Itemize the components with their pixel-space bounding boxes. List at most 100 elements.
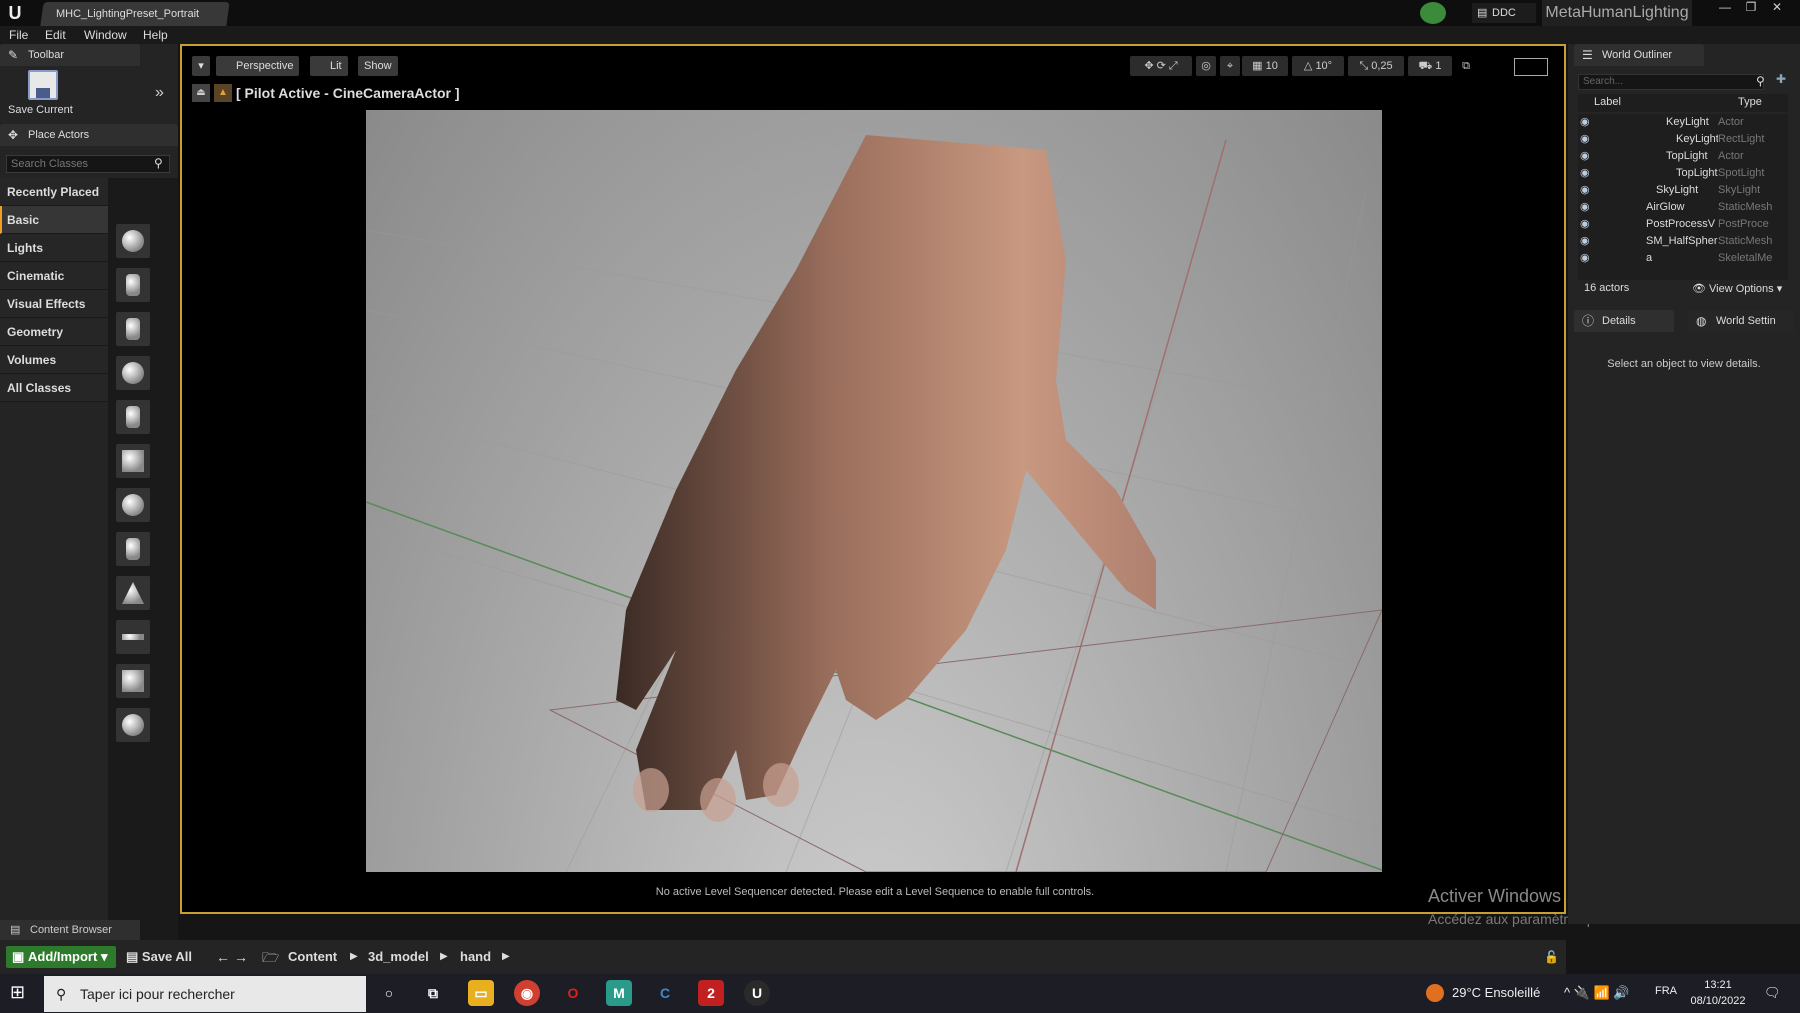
lock-icon[interactable]: 🔓: [1544, 946, 1559, 968]
breadcrumb-hand[interactable]: hand: [460, 946, 491, 968]
tab-toolbar[interactable]: ✎ Toolbar: [0, 44, 140, 66]
list-item[interactable]: ◉ SM_HalfSpher StaticMesh: [1578, 233, 1788, 250]
list-item[interactable]: ◉ TopLight Actor: [1578, 148, 1788, 165]
tab-world-outliner[interactable]: ☰ World Outliner: [1574, 44, 1704, 66]
view-options-button[interactable]: 👁 View Options ▾: [1692, 282, 1782, 295]
surface-snap-icon[interactable]: ⌖: [1220, 56, 1240, 76]
list-item[interactable]: ◉ AirGlow StaticMesh: [1578, 199, 1788, 216]
perspective-button[interactable]: Perspective: [216, 56, 300, 76]
type-column[interactable]: Type: [1738, 96, 1762, 108]
rotation-snap-button[interactable]: △ 10°: [1292, 56, 1344, 76]
document-tab[interactable]: MHC_LightingPreset_Portrait: [40, 2, 230, 26]
search-classes-input[interactable]: Search Classes: [6, 155, 170, 173]
camera-speed-button[interactable]: ⛟ 1: [1408, 56, 1452, 76]
add-import-button[interactable]: ▣ Add/Import ▾: [6, 946, 116, 968]
player-start-icon[interactable]: [116, 400, 150, 434]
world-space-icon[interactable]: ◎: [1196, 56, 1216, 76]
category-geometry[interactable]: Geometry: [0, 318, 108, 346]
source-control-icon[interactable]: [1420, 2, 1446, 24]
maximize-icon[interactable]: ❐: [1738, 0, 1764, 16]
unreal-engine-icon[interactable]: U: [744, 980, 770, 1006]
task-view-icon[interactable]: ⧉: [420, 980, 446, 1006]
chevron-right-icon[interactable]: ▶: [440, 946, 448, 968]
category-visual-effects[interactable]: Visual Effects: [0, 290, 108, 318]
notification-icon[interactable]: 🗨: [1764, 985, 1781, 1001]
tab-details[interactable]: ⓘ Details: [1574, 310, 1674, 332]
transform-mode-buttons[interactable]: ✥ ⟳ ⤢: [1130, 56, 1192, 76]
opera-icon[interactable]: O: [560, 980, 586, 1006]
empty-character-icon[interactable]: [116, 268, 150, 302]
list-item[interactable]: ◉ KeyLight RectLight: [1578, 131, 1788, 148]
cone-icon[interactable]: [116, 576, 150, 610]
back-arrow-icon[interactable]: ←: [216, 946, 230, 968]
category-all-classes[interactable]: All Classes: [0, 374, 108, 402]
label-column[interactable]: Label: [1594, 96, 1621, 108]
breadcrumb-content[interactable]: Content: [288, 946, 337, 968]
cube-icon[interactable]: [116, 444, 150, 478]
empty-actor-icon[interactable]: [116, 224, 150, 258]
list-item[interactable]: ◉ PostProcessV PostProce: [1578, 216, 1788, 233]
file-explorer-icon[interactable]: ▭: [468, 980, 494, 1006]
empty-pawn-icon[interactable]: [116, 312, 150, 346]
point-light-icon[interactable]: [116, 356, 150, 390]
scene-render[interactable]: [366, 110, 1382, 872]
ccleaner-icon[interactable]: C: [652, 980, 678, 1006]
viewport-layout-icon[interactable]: [1514, 58, 1548, 76]
language-indicator[interactable]: FRA: [1655, 985, 1677, 997]
eye-icon[interactable]: ◉: [1580, 114, 1590, 131]
app-icon[interactable]: 2: [698, 980, 724, 1006]
cylinder-icon[interactable]: [116, 532, 150, 566]
category-volumes[interactable]: Volumes: [0, 346, 108, 374]
eye-icon[interactable]: ◉: [1580, 199, 1590, 216]
metahuman-icon[interactable]: M: [606, 980, 632, 1006]
plane-icon[interactable]: [116, 620, 150, 654]
sphere-icon[interactable]: [116, 488, 150, 522]
category-lights[interactable]: Lights: [0, 234, 108, 262]
eye-icon[interactable]: ◉: [1580, 250, 1590, 267]
add-filter-icon[interactable]: ✚: [1776, 72, 1786, 86]
minimize-icon[interactable]: —: [1712, 0, 1738, 16]
lit-button[interactable]: Lit: [310, 56, 348, 76]
list-item[interactable]: ◉ KeyLight Actor: [1578, 114, 1788, 131]
close-icon[interactable]: ✕: [1764, 0, 1790, 16]
viewport-options-button[interactable]: ▾: [192, 56, 210, 76]
box-trigger-icon[interactable]: [116, 664, 150, 698]
menu-file[interactable]: File: [9, 26, 28, 44]
cortana-icon[interactable]: ○: [376, 980, 402, 1006]
menu-window[interactable]: Window: [84, 26, 127, 44]
ddc-button[interactable]: DDC: [1472, 3, 1536, 23]
weather-text[interactable]: 29°C Ensoleillé: [1452, 985, 1540, 1000]
eye-icon[interactable]: ◉: [1580, 148, 1590, 165]
folder-icon[interactable]: 🗁: [262, 946, 279, 968]
show-button[interactable]: Show: [358, 56, 398, 76]
eye-icon[interactable]: ◉: [1580, 165, 1590, 182]
forward-arrow-icon[interactable]: →: [234, 946, 248, 968]
system-tray-icons[interactable]: ^ 🔌 📶 🔊: [1564, 985, 1630, 1001]
tab-content-browser[interactable]: ▤ Content Browser: [0, 920, 140, 940]
level-viewport[interactable]: ▾ Perspective Lit Show ⏏ ▲ [ Pilot Activ…: [180, 44, 1566, 914]
category-cinematic[interactable]: Cinematic: [0, 262, 108, 290]
maximize-viewport-icon[interactable]: ⧉: [1456, 56, 1476, 76]
taskbar-search-input[interactable]: ⚲ Taper ici pour rechercher: [44, 976, 366, 1012]
list-item[interactable]: ◉ SkyLight SkyLight: [1578, 182, 1788, 199]
pilot-lock-icon[interactable]: ▲: [214, 84, 232, 102]
eject-icon[interactable]: ⏏: [192, 84, 210, 102]
menu-edit[interactable]: Edit: [45, 26, 66, 44]
eye-icon[interactable]: ◉: [1580, 131, 1590, 148]
scale-snap-button[interactable]: ⤡ 0,25: [1348, 56, 1404, 76]
list-item[interactable]: ◉ a SkeletalMe: [1578, 250, 1788, 267]
eye-icon[interactable]: ◉: [1580, 233, 1590, 250]
outliner-search-input[interactable]: Search...: [1578, 74, 1764, 90]
grid-snap-button[interactable]: ▦ 10: [1242, 56, 1288, 76]
menu-help[interactable]: Help: [143, 26, 168, 44]
chevron-right-icon[interactable]: ▶: [502, 946, 510, 968]
save-current-button[interactable]: Save Current: [6, 70, 76, 120]
eye-icon[interactable]: ◉: [1580, 182, 1590, 199]
taskbar-clock[interactable]: 13:21 08/10/2022: [1688, 977, 1748, 1009]
tab-world-settings[interactable]: ◍ World Settin: [1688, 310, 1794, 332]
chevron-right-icon[interactable]: ▶: [350, 946, 358, 968]
save-all-button[interactable]: ▤ Save All: [126, 946, 192, 968]
category-recently-placed[interactable]: Recently Placed: [0, 178, 108, 206]
breadcrumb-3d-model[interactable]: 3d_model: [368, 946, 429, 968]
eye-icon[interactable]: ◉: [1580, 216, 1590, 233]
